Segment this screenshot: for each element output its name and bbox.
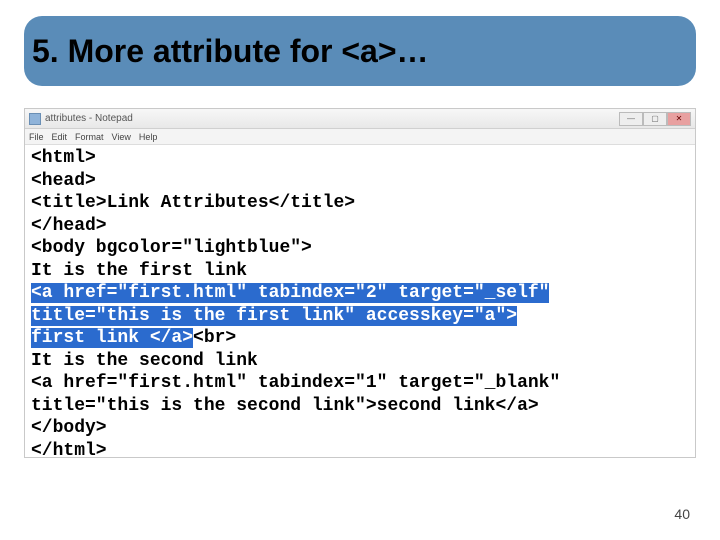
code-line: <body bgcolor="lightblue"> xyxy=(31,238,312,258)
menu-view[interactable]: View xyxy=(112,132,131,142)
menu-file[interactable]: File xyxy=(29,132,44,142)
page-number: 40 xyxy=(674,506,690,522)
code-line: </body> xyxy=(31,418,107,438)
window-titlebar: attributes - Notepad — ▢ ✕ xyxy=(25,109,695,129)
code-line: <a href="first.html" tabindex="1" target… xyxy=(31,373,560,393)
notepad-window: attributes - Notepad — ▢ ✕ File Edit For… xyxy=(24,108,696,458)
notepad-icon xyxy=(29,113,41,125)
code-line-highlight: title="this is the first link" accesskey… xyxy=(31,306,517,326)
code-line: <head> xyxy=(31,171,96,191)
code-line: </head> xyxy=(31,216,107,236)
menu-edit[interactable]: Edit xyxy=(52,132,68,142)
slide-title: 5. More attribute for <a>… xyxy=(32,33,429,70)
close-button[interactable]: ✕ xyxy=(667,112,691,126)
code-line-highlight: <a href="first.html" tabindex="2" target… xyxy=(31,283,549,303)
code-line: </html> xyxy=(31,441,107,461)
code-line: <br> xyxy=(193,328,236,348)
code-line: <html> xyxy=(31,148,96,168)
slide-title-banner: 5. More attribute for <a>… xyxy=(24,16,696,86)
code-line: It is the first link xyxy=(31,261,247,281)
window-controls: — ▢ ✕ xyxy=(619,112,691,126)
menubar: File Edit Format View Help xyxy=(25,129,695,145)
code-line: <title>Link Attributes</title> xyxy=(31,193,355,213)
code-line: title="this is the second link">second l… xyxy=(31,396,539,416)
code-area: <html> <head> <title>Link Attributes</ti… xyxy=(25,145,695,464)
minimize-button[interactable]: — xyxy=(619,112,643,126)
maximize-button[interactable]: ▢ xyxy=(643,112,667,126)
menu-format[interactable]: Format xyxy=(75,132,104,142)
menu-help[interactable]: Help xyxy=(139,132,158,142)
code-line-highlight: first link </a> xyxy=(31,328,193,348)
code-line: It is the second link xyxy=(31,351,258,371)
window-title: attributes - Notepad xyxy=(45,113,133,124)
